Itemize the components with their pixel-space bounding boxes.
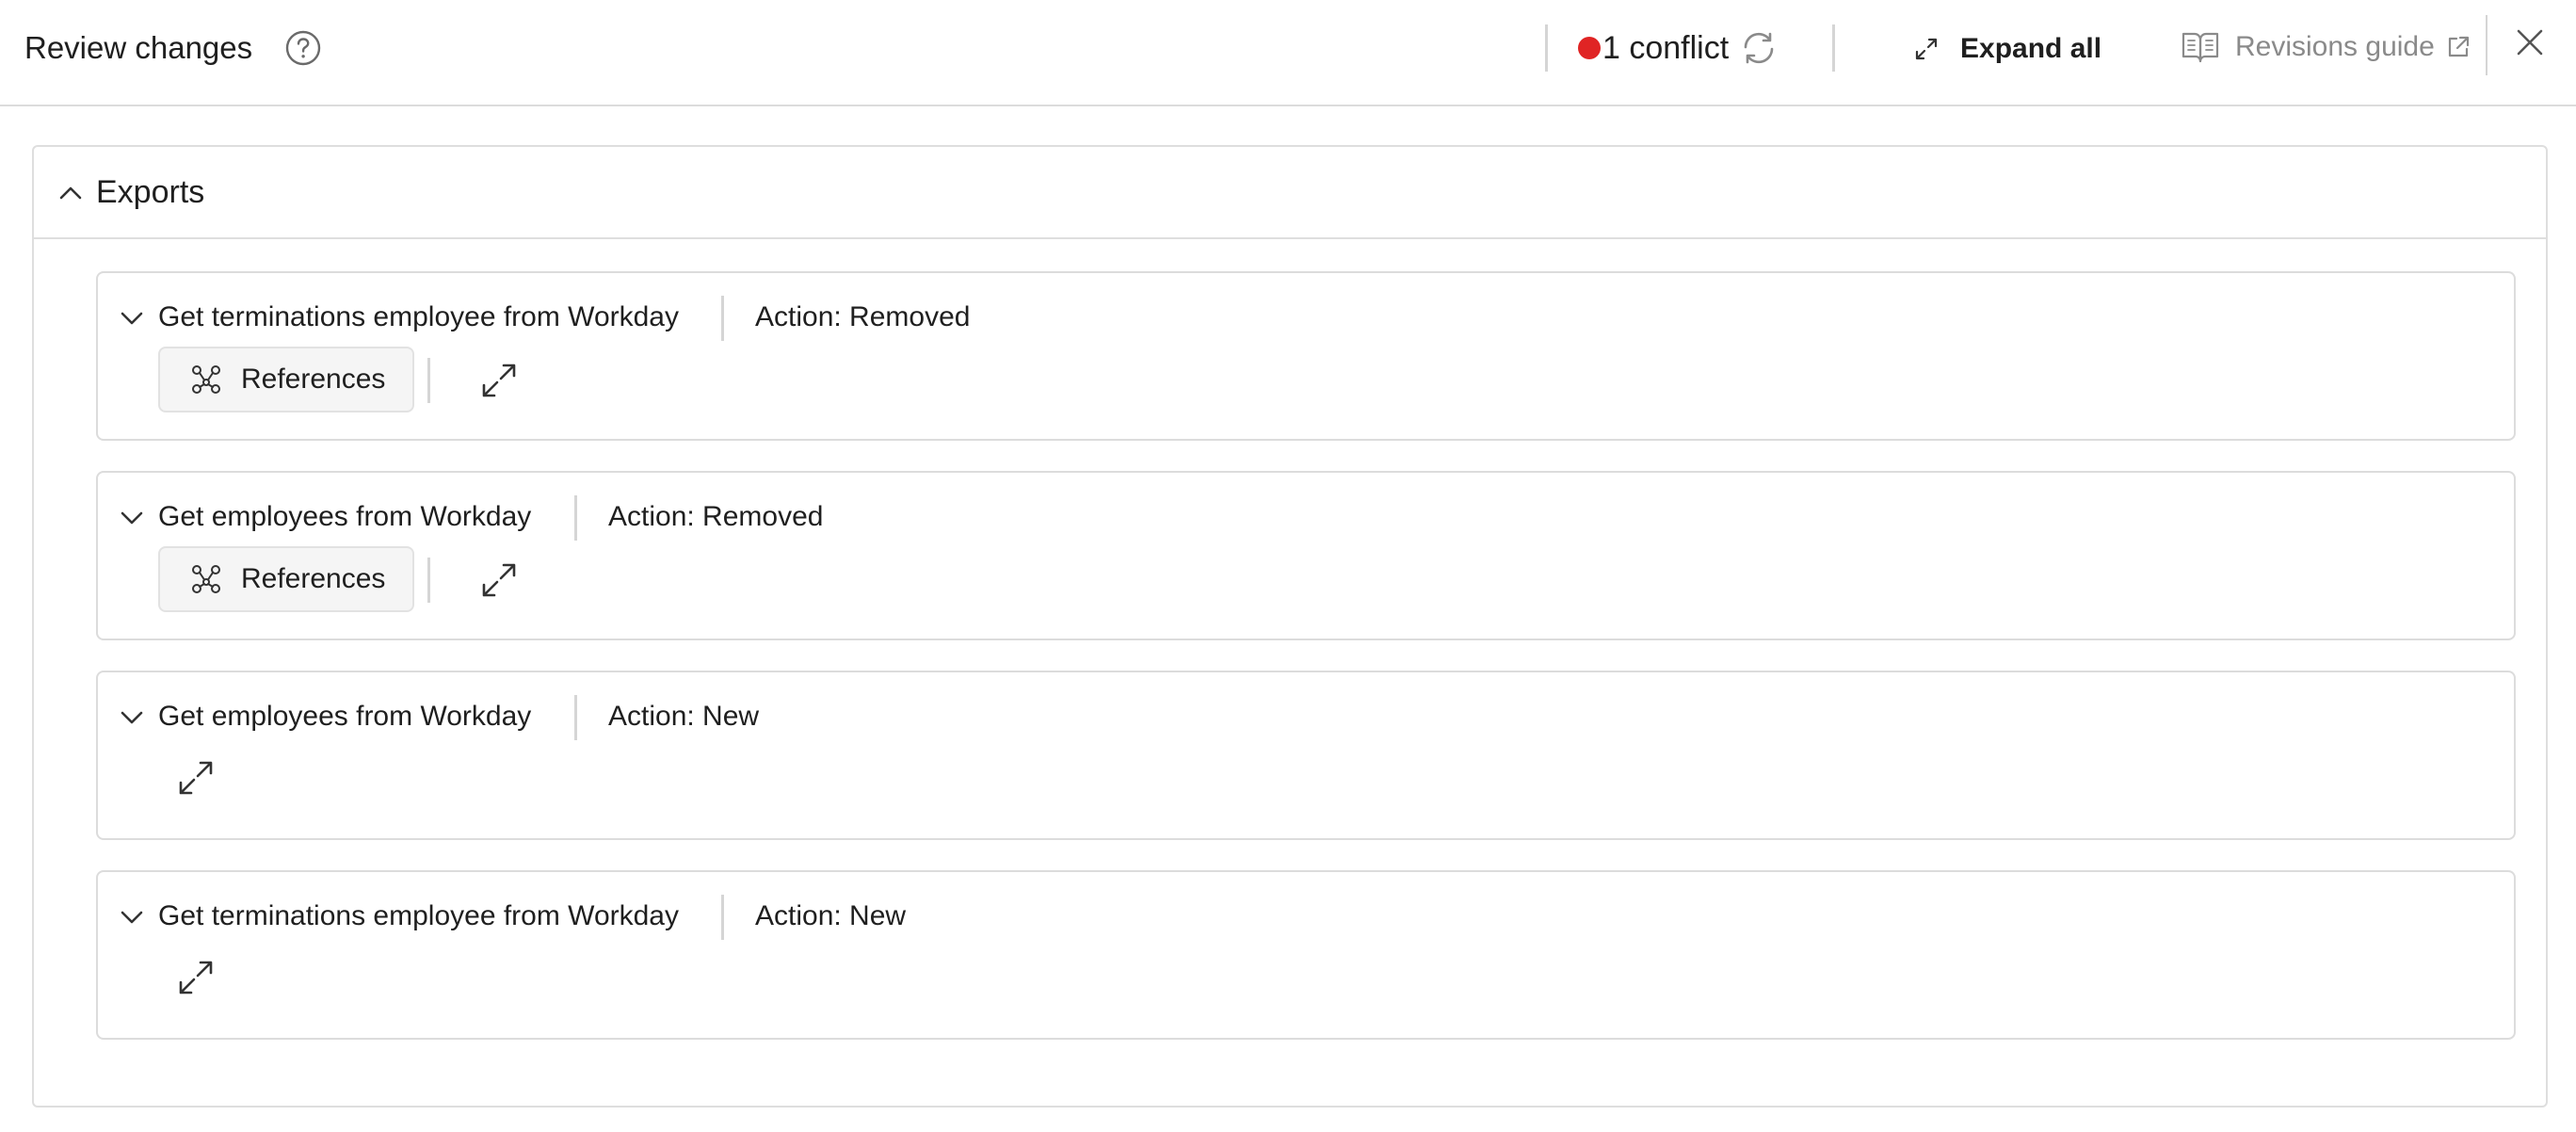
change-item: Get employees from Workday Action: Remov… bbox=[96, 471, 2516, 640]
expand-arrows-icon[interactable] bbox=[478, 559, 520, 601]
references-label: References bbox=[241, 563, 386, 594]
conflict-status-dot bbox=[1578, 37, 1601, 59]
expand-all-button[interactable]: Expand all bbox=[1911, 28, 2101, 70]
revisions-guide-link[interactable]: Revisions guide bbox=[2181, 26, 2471, 68]
change-action-label: Action: New bbox=[608, 701, 760, 732]
conflict-count-label: 1 conflict bbox=[1602, 29, 1730, 66]
references-button[interactable]: References bbox=[158, 546, 414, 612]
item-divider bbox=[721, 296, 724, 341]
refresh-icon[interactable] bbox=[1738, 27, 1779, 69]
section-title: Exports bbox=[96, 174, 205, 210]
change-action-label: Action: New bbox=[755, 900, 907, 931]
button-divider bbox=[427, 358, 430, 403]
change-item: Get terminations employee from Workday A… bbox=[96, 271, 2516, 441]
change-item: Get employees from Workday Action: New bbox=[96, 671, 2516, 840]
change-item-name: Get terminations employee from Workday bbox=[158, 900, 679, 931]
chevron-down-icon[interactable] bbox=[119, 305, 145, 332]
question-circle-icon[interactable] bbox=[284, 29, 322, 67]
change-item: Get terminations employee from Workday A… bbox=[96, 870, 2516, 1040]
button-divider bbox=[427, 558, 430, 603]
header-divider bbox=[2486, 15, 2487, 75]
change-action-label: Action: Removed bbox=[608, 501, 824, 532]
chevron-up-icon[interactable] bbox=[56, 179, 85, 207]
chevron-down-icon[interactable] bbox=[119, 505, 145, 531]
item-divider bbox=[721, 895, 724, 940]
header-divider bbox=[1545, 24, 1548, 72]
item-divider bbox=[574, 495, 577, 541]
header-divider bbox=[1832, 24, 1835, 72]
item-divider bbox=[574, 695, 577, 740]
close-icon[interactable] bbox=[2514, 26, 2546, 58]
expand-arrows-icon bbox=[1915, 38, 1938, 60]
conflict-indicator[interactable]: 1 conflict bbox=[1578, 28, 1779, 68]
chevron-down-icon[interactable] bbox=[119, 904, 145, 930]
page-title: Review changes bbox=[24, 30, 253, 65]
references-button[interactable]: References bbox=[158, 347, 414, 412]
expand-all-label: Expand all bbox=[1960, 33, 2102, 64]
exports-section-header[interactable]: Exports bbox=[34, 147, 2546, 239]
expand-arrows-icon[interactable] bbox=[175, 757, 217, 799]
review-header: Review changes 1 conflict Expand all Rev… bbox=[0, 0, 2576, 106]
change-item-name: Get employees from Workday bbox=[158, 701, 532, 732]
references-label: References bbox=[241, 364, 386, 395]
graph-nodes-icon bbox=[192, 565, 220, 593]
graph-nodes-icon bbox=[192, 365, 220, 394]
expand-arrows-icon[interactable] bbox=[175, 957, 217, 998]
external-link-icon bbox=[2448, 36, 2469, 57]
revisions-guide-label: Revisions guide bbox=[2235, 31, 2435, 62]
exports-section: Exports Get terminations employee from W… bbox=[32, 145, 2548, 1108]
expand-arrows-icon[interactable] bbox=[478, 360, 520, 401]
change-action-label: Action: Removed bbox=[755, 301, 971, 332]
chevron-down-icon[interactable] bbox=[119, 704, 145, 731]
change-item-name: Get terminations employee from Workday bbox=[158, 301, 679, 332]
open-book-icon bbox=[2182, 32, 2219, 63]
change-item-name: Get employees from Workday bbox=[158, 501, 532, 532]
